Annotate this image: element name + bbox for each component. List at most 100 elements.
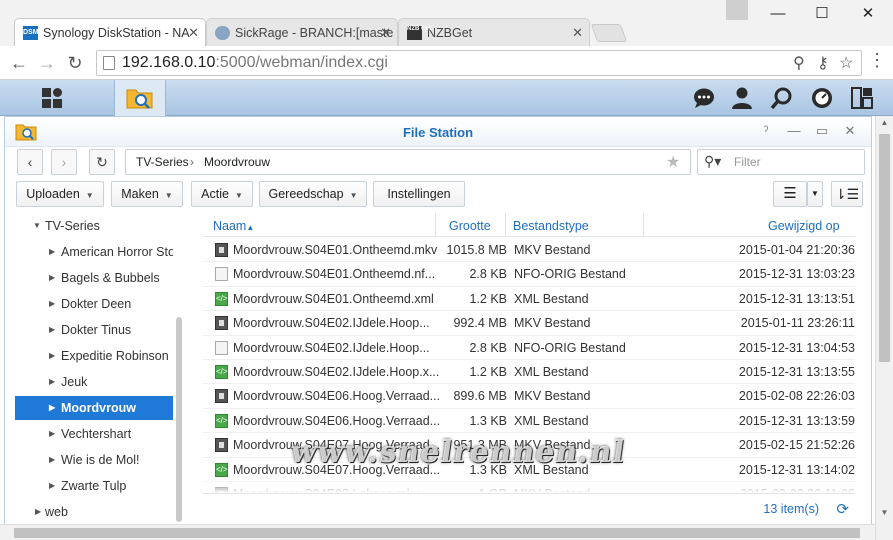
expand-arrow-icon[interactable]: ▶: [49, 240, 55, 264]
cell-name: Moordvrouw.S04E01.Ontheemd.mkv: [233, 243, 438, 257]
expand-arrow-icon[interactable]: ▶: [49, 474, 55, 498]
table-row[interactable]: </> Moordvrouw.S04E01.Ontheemd.xml 1.2 KB X…: [203, 287, 855, 312]
cell-modified: 2015-12-31 13:13:55: [738, 365, 855, 379]
close-icon[interactable]: ✕: [380, 19, 391, 46]
expand-arrow-icon[interactable]: ▶: [49, 396, 55, 420]
expand-arrow-icon[interactable]: ▶: [49, 370, 55, 394]
tab-sickrage[interactable]: SickRage - BRANCH:[maste ✕: [206, 18, 398, 46]
sidebar-item-label: Dokter Tinus: [61, 323, 132, 337]
path-bar[interactable]: TV-Series › Moordvrouw ★: [125, 149, 691, 175]
scroll-thumb[interactable]: [14, 528, 860, 538]
scroll-up-arrow-icon[interactable]: ▲: [876, 118, 893, 132]
maximize-icon[interactable]: ☐: [800, 0, 844, 30]
table-row[interactable]: </> Moordvrouw.S04E06.Hoog.Verraad... 1.3 …: [203, 409, 855, 434]
address-bar[interactable]: 192.168.0.10:5000/webman/index.cgi ⚲ ⚷ ☆: [96, 50, 862, 76]
close-icon[interactable]: ✕: [188, 19, 199, 46]
list-view-button[interactable]: ☰: [773, 181, 807, 207]
chrome-menu-icon[interactable]: ⋮: [868, 50, 886, 71]
page-horizontal-scrollbar[interactable]: [0, 524, 875, 540]
sidebar-item[interactable]: ▶ Wie is de Mol!: [15, 448, 173, 472]
expand-arrow-icon[interactable]: ▶: [49, 448, 55, 472]
search-icon[interactable]: ⚲: [793, 53, 805, 73]
chat-icon[interactable]: [692, 86, 716, 110]
page-icon: [103, 56, 115, 70]
widgets-icon[interactable]: [850, 86, 874, 110]
back-button[interactable]: ‹: [17, 149, 43, 175]
sidebar-item[interactable]: ▶ Dokter Tinus: [15, 318, 173, 342]
sidebar-item[interactable]: ▶ Vechtershart: [15, 422, 173, 446]
sidebar-item[interactable]: ▶ Expeditie Robinson: [15, 344, 173, 368]
sidebar-scrollbar[interactable]: [176, 317, 182, 522]
filter-box[interactable]: ⚲▾ Filter: [697, 149, 865, 175]
key-icon[interactable]: ⚷: [817, 53, 829, 73]
expand-arrow-icon[interactable]: ▶: [49, 422, 55, 446]
maximize-icon[interactable]: ▭: [813, 123, 831, 139]
upload-button[interactable]: Uploaden ▼: [16, 181, 104, 207]
window-titlebar: File Station ˀ — ▭ ✕: [5, 117, 871, 147]
new-tab-button[interactable]: [590, 24, 628, 42]
main-menu-button[interactable]: [26, 80, 78, 116]
close-icon[interactable]: ✕: [841, 123, 859, 139]
tab-synology[interactable]: DSM Synology DiskStation - NA ✕: [14, 18, 206, 46]
sidebar-item[interactable]: ▶ Jeuk: [15, 370, 173, 394]
cell-type: XML Bestand: [514, 413, 589, 428]
settings-button[interactable]: Instellingen: [373, 181, 465, 207]
close-window-icon[interactable]: ✕: [846, 0, 890, 30]
forward-button[interactable]: ›: [51, 149, 77, 175]
sidebar-item[interactable]: ▶ Moordvrouw: [15, 396, 173, 420]
column-type[interactable]: Bestandstype: [513, 219, 589, 233]
table-row[interactable]: Moordvrouw.S04E01.Ontheemd.nf... 2.8 KB NF…: [203, 262, 855, 287]
expand-arrow-icon[interactable]: ▶: [49, 266, 55, 290]
file-station-taskbar-button[interactable]: [114, 80, 166, 116]
table-row[interactable]: </> Moordvrouw.S04E02.IJdele.Hoop.x... 1.2…: [203, 360, 855, 385]
expand-arrow-icon[interactable]: ▶: [49, 292, 55, 316]
user-icon[interactable]: [730, 86, 754, 110]
profile-icon[interactable]: [726, 0, 748, 20]
expand-arrow-icon[interactable]: ▼: [33, 214, 41, 238]
tree-root-tv-series[interactable]: ▼ TV-Series: [15, 214, 173, 238]
search-icon[interactable]: [770, 86, 794, 110]
table-row[interactable]: Moordvrouw.S04E02.IJdele.Hoop... 2.8 KB NF…: [203, 336, 855, 360]
sidebar-item[interactable]: ▶ Bagels & Bubbels: [15, 266, 173, 290]
forward-icon[interactable]: →: [34, 50, 60, 76]
expand-arrow-icon[interactable]: ▶: [35, 500, 41, 523]
minimize-icon[interactable]: —: [785, 123, 803, 138]
action-button[interactable]: Actie ▼: [191, 181, 253, 207]
view-dropdown-button[interactable]: ▼: [807, 181, 823, 207]
sidebar-item[interactable]: ▶ American Horror Sto: [15, 240, 173, 264]
back-icon[interactable]: ←: [6, 50, 32, 76]
column-modified[interactable]: Gewijzigd op: [768, 219, 840, 233]
tree-item-web[interactable]: ▶ web: [15, 500, 173, 523]
expand-arrow-icon[interactable]: ▶: [49, 318, 55, 342]
refresh-icon[interactable]: ⟳: [836, 500, 849, 518]
close-icon[interactable]: ✕: [572, 19, 583, 46]
create-button[interactable]: Maken ▼: [111, 181, 183, 207]
xml-file-icon: </>: [215, 413, 228, 428]
breadcrumb-moordvrouw[interactable]: Moordvrouw: [204, 155, 270, 169]
sidebar-item[interactable]: ▶ Zwarte Tulp: [15, 474, 173, 498]
page-vertical-scrollbar[interactable]: ▲ ▼: [875, 116, 893, 540]
column-size[interactable]: Grootte: [449, 219, 491, 233]
reload-icon[interactable]: ↻: [62, 50, 88, 76]
favorite-star-icon[interactable]: ★: [666, 152, 680, 172]
column-name[interactable]: Naam▲: [213, 219, 254, 233]
help-icon[interactable]: ˀ: [757, 123, 775, 138]
star-icon[interactable]: ☆: [839, 53, 853, 73]
tab-nzbget[interactable]: NZB Get NZBGet ✕: [398, 18, 590, 46]
sidebar-item-label: Dokter Deen: [61, 297, 132, 311]
scroll-down-arrow-icon[interactable]: ▼: [876, 508, 893, 522]
cell-modified: 2015-02-15 21:52:26: [738, 438, 855, 453]
table-row[interactable]: Moordvrouw.S04E02.IJdele.Hoop... 992.4 MB…: [203, 311, 855, 336]
cell-type: MKV Bestand: [514, 316, 591, 331]
breadcrumb-tv-series[interactable]: TV-Series: [136, 155, 189, 169]
sidebar-item[interactable]: ▶ Dokter Deen: [15, 292, 173, 316]
sort-button[interactable]: ⇂☰: [831, 181, 863, 207]
resource-monitor-icon[interactable]: [810, 86, 834, 110]
expand-arrow-icon[interactable]: ▶: [49, 344, 55, 368]
tools-button[interactable]: Gereedschap ▼: [259, 181, 367, 207]
table-row[interactable]: Moordvrouw.S04E06.Hoog.Verraad... 899.6 M…: [203, 384, 855, 409]
minimize-icon[interactable]: —: [756, 0, 800, 30]
table-row[interactable]: Moordvrouw.S04E01.Ontheemd.mkv 1015.8 MB M…: [203, 238, 855, 263]
scroll-thumb[interactable]: [879, 134, 890, 362]
refresh-button[interactable]: ↻: [89, 149, 115, 175]
